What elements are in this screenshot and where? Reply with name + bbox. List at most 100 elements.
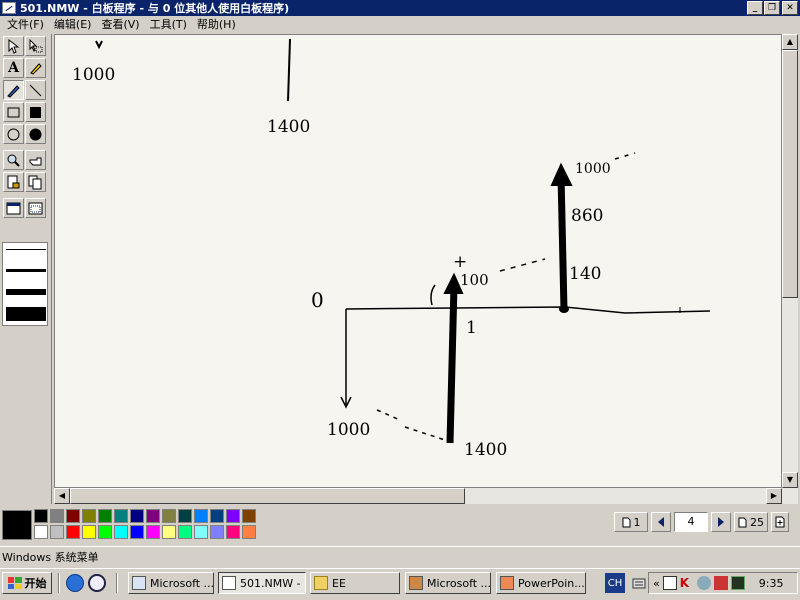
- start-button[interactable]: 开始: [2, 572, 52, 594]
- arrow-base-dot: [559, 305, 569, 313]
- minimize-button[interactable]: _: [747, 1, 763, 15]
- horizontal-scrollbar[interactable]: ◀ ▶: [54, 488, 782, 504]
- select-tool-button[interactable]: [3, 36, 24, 56]
- line-width-extra-thick[interactable]: [6, 307, 46, 321]
- whiteboard-canvas[interactable]: 1000 1400 0 1000 1400 + 100 1 1000 860 1…: [54, 34, 782, 488]
- task-powerpoint[interactable]: PowerPoin...: [496, 572, 586, 594]
- scroll-left-button[interactable]: ◀: [54, 488, 70, 504]
- menu-file[interactable]: 文件(F): [2, 16, 49, 34]
- color-swatch[interactable]: [66, 525, 80, 539]
- color-swatch[interactable]: [178, 509, 192, 523]
- previous-page-button[interactable]: [651, 512, 671, 532]
- color-swatch[interactable]: [50, 509, 64, 523]
- lock-contents-button[interactable]: [3, 172, 24, 192]
- select-area-icon: [29, 38, 43, 52]
- synchronize-button[interactable]: [25, 172, 46, 192]
- label-1000-right: 1000: [575, 161, 611, 177]
- insert-page-button[interactable]: [771, 512, 789, 532]
- color-swatch[interactable]: [162, 509, 176, 523]
- color-swatch[interactable]: [194, 509, 208, 523]
- color-swatch[interactable]: [130, 525, 144, 539]
- scroll-up-button[interactable]: ▲: [782, 34, 798, 50]
- last-page-button[interactable]: 25: [734, 512, 768, 532]
- current-color-swatch: [2, 510, 32, 540]
- restore-button[interactable]: ❐: [764, 1, 780, 15]
- language-indicator[interactable]: CH: [605, 573, 625, 593]
- menu-view[interactable]: 查看(V): [96, 16, 144, 34]
- scroll-right-button[interactable]: ▶: [766, 488, 782, 504]
- color-swatch[interactable]: [226, 509, 240, 523]
- tool-palette: A: [0, 34, 52, 504]
- remote-pointer-tool-button[interactable]: [25, 150, 46, 170]
- color-swatch[interactable]: [242, 525, 256, 539]
- select-window-button[interactable]: [3, 198, 24, 218]
- page-number-input[interactable]: 4: [674, 512, 708, 532]
- drawing-surface[interactable]: 1000 1400 0 1000 1400 + 100 1 1000 860 1…: [55, 35, 782, 488]
- menu-tools[interactable]: 工具(T): [145, 16, 192, 34]
- color-swatch[interactable]: [194, 525, 208, 539]
- next-page-button[interactable]: [711, 512, 731, 532]
- inflow-arrow-head-2: [550, 162, 573, 186]
- internet-explorer-icon[interactable]: [66, 574, 84, 592]
- whiteboard-app-icon[interactable]: [2, 2, 16, 14]
- close-button[interactable]: ✕: [782, 1, 798, 15]
- text-tool-button[interactable]: A: [3, 58, 24, 78]
- line-tool-button[interactable]: [25, 80, 46, 100]
- task-microsoft-2[interactable]: Microsoft ...: [405, 572, 491, 594]
- line-width-thin[interactable]: [6, 249, 46, 250]
- color-swatch[interactable]: [114, 525, 128, 539]
- zoom-tool-button[interactable]: [3, 150, 24, 170]
- vertical-scroll-thumb[interactable]: [782, 50, 798, 298]
- label-1000-bottom: 1000: [327, 420, 370, 440]
- hollow-ellipse-icon: [7, 128, 20, 140]
- color-swatch[interactable]: [210, 509, 224, 523]
- color-swatch[interactable]: [114, 509, 128, 523]
- color-swatch[interactable]: [226, 525, 240, 539]
- horizontal-scroll-thumb[interactable]: [70, 488, 465, 504]
- color-swatch[interactable]: [34, 509, 48, 523]
- network-icon[interactable]: [696, 576, 711, 590]
- task-microsoft-1[interactable]: Microsoft ...: [128, 572, 214, 594]
- color-swatch[interactable]: [162, 525, 176, 539]
- monitor-icon[interactable]: [730, 576, 745, 590]
- taskbar-separator: [116, 573, 118, 593]
- hollow-ellipse-tool-button[interactable]: [3, 124, 24, 144]
- task-whiteboard[interactable]: 501.NMW - ...: [218, 572, 306, 594]
- color-swatch[interactable]: [34, 525, 48, 539]
- antivirus-icon[interactable]: K: [680, 576, 694, 590]
- capture-area-icon: [28, 202, 43, 214]
- filled-rectangle-tool-button[interactable]: [25, 102, 46, 122]
- tray-window-icon[interactable]: [662, 576, 677, 590]
- input-method-icon[interactable]: [632, 573, 646, 591]
- color-swatch[interactable]: [146, 509, 160, 523]
- color-swatch[interactable]: [178, 525, 192, 539]
- color-swatch[interactable]: [130, 509, 144, 523]
- color-swatch[interactable]: [98, 509, 112, 523]
- menu-help[interactable]: 帮助(H): [192, 16, 241, 34]
- color-swatch[interactable]: [82, 525, 96, 539]
- color-swatch[interactable]: [146, 525, 160, 539]
- hollow-rectangle-tool-button[interactable]: [3, 102, 24, 122]
- color-swatch[interactable]: [50, 525, 64, 539]
- color-swatch[interactable]: [98, 525, 112, 539]
- task-folder-ee[interactable]: EE: [310, 572, 400, 594]
- select-area-capture-button[interactable]: [25, 198, 46, 218]
- color-swatch[interactable]: [66, 509, 80, 523]
- filled-ellipse-tool-button[interactable]: [25, 124, 46, 144]
- highlighter-tool-button[interactable]: [25, 58, 46, 78]
- first-page-button[interactable]: 1: [614, 512, 648, 532]
- line-width-medium[interactable]: [6, 269, 46, 272]
- tray-app-icon[interactable]: [713, 576, 728, 590]
- lock-page-icon: [7, 175, 20, 188]
- color-swatch[interactable]: [210, 525, 224, 539]
- media-player-icon[interactable]: [88, 574, 106, 592]
- scroll-down-button[interactable]: ▼: [782, 472, 798, 488]
- color-swatch[interactable]: [242, 509, 256, 523]
- color-swatch[interactable]: [82, 509, 96, 523]
- select-area-tool-button[interactable]: [25, 36, 46, 56]
- pen-tool-button[interactable]: [3, 80, 24, 100]
- line-width-thick[interactable]: [6, 289, 46, 295]
- vertical-scrollbar[interactable]: ▲ ▼: [782, 34, 798, 504]
- menu-edit[interactable]: 编辑(E): [49, 16, 97, 34]
- tray-expand-icon[interactable]: «: [653, 577, 660, 590]
